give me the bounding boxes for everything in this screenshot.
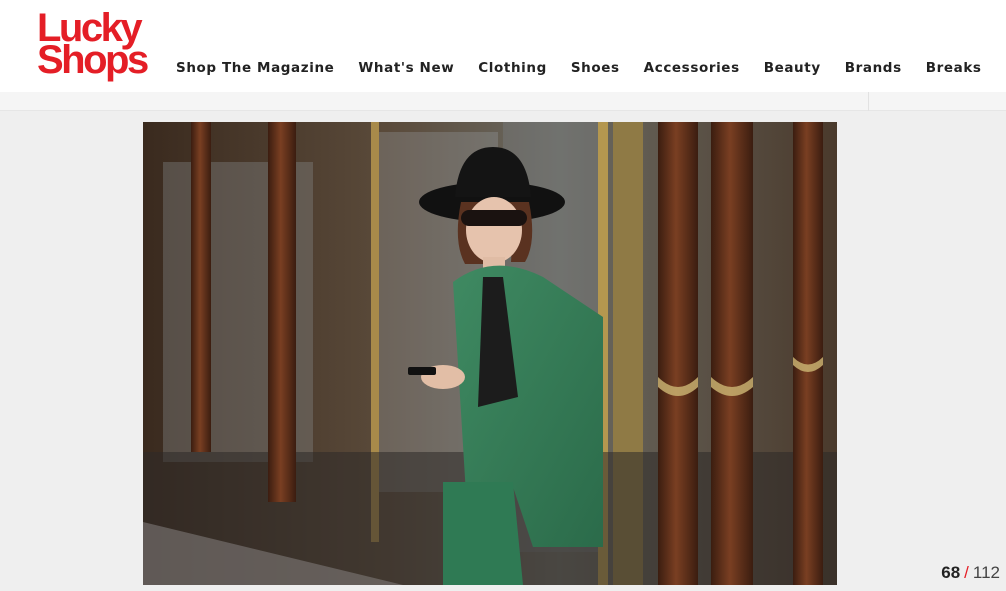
counter-separator: / <box>964 563 969 582</box>
nav-item-shoes[interactable]: Shoes <box>571 60 620 78</box>
slideshow-photo[interactable] <box>143 122 837 585</box>
lucky-shops-logo[interactable]: Lucky Shops <box>37 8 153 84</box>
sub-header-bar <box>0 92 1006 111</box>
nav-item-shop-the-magazine[interactable]: Shop The Magazine <box>176 60 334 78</box>
logo-line-2: Shops <box>37 38 149 82</box>
nav-item-brands[interactable]: Brands <box>845 60 902 78</box>
nav-item-whats-new[interactable]: What's New <box>358 60 454 78</box>
nav-item-accessories[interactable]: Accessories <box>644 60 740 78</box>
current-slide-number: 68 <box>941 563 961 582</box>
main-nav: Shop The Magazine What's New Clothing Sh… <box>176 60 982 78</box>
nav-item-beauty[interactable]: Beauty <box>764 60 821 78</box>
slideshow-counter: 68/112 <box>941 563 1000 583</box>
sub-header-divider <box>868 92 869 111</box>
nav-item-clothing[interactable]: Clothing <box>478 60 547 78</box>
nav-item-breaks[interactable]: Breaks <box>926 60 982 78</box>
street-style-photo <box>143 122 837 585</box>
total-slides-number: 112 <box>972 563 1000 582</box>
site-header: Lucky Shops Shop The Magazine What's New… <box>0 0 1006 92</box>
